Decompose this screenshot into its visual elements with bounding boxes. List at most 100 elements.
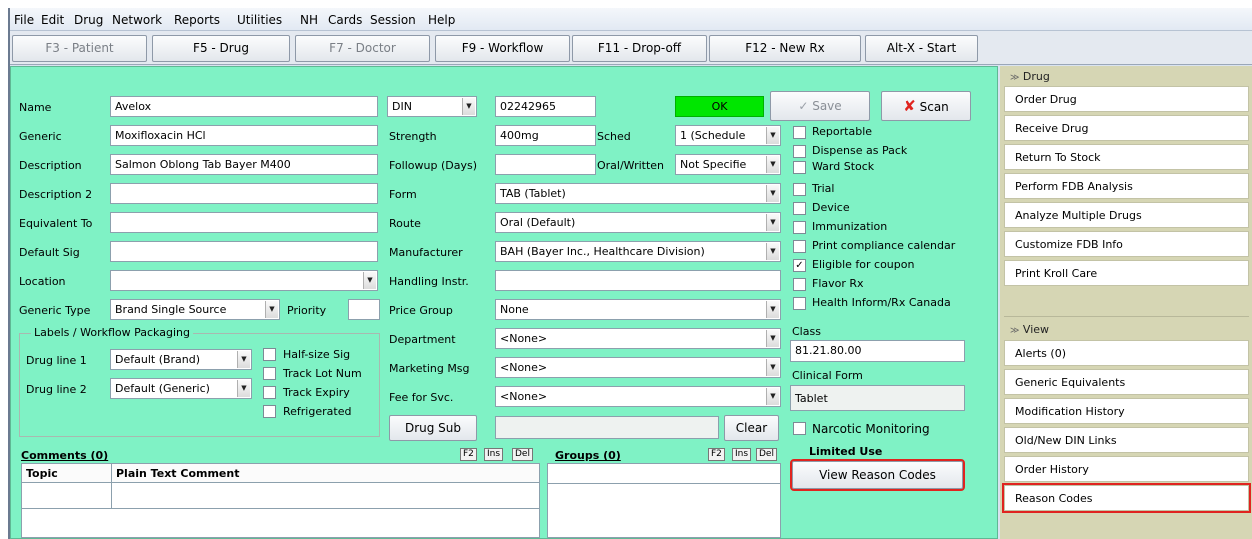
view-reason-codes-button[interactable]: View Reason Codes: [790, 459, 965, 491]
flag-checkbox[interactable]: [793, 221, 806, 234]
chevron-down-icon[interactable]: ▼: [766, 243, 779, 260]
menu-network[interactable]: Network: [112, 13, 162, 27]
chevron-down-icon[interactable]: ▼: [766, 388, 779, 405]
location-select[interactable]: ▼: [110, 270, 378, 291]
doctor-button[interactable]: F7 - Doctor: [295, 35, 430, 62]
flag-checkbox[interactable]: [793, 161, 806, 174]
menu-drug[interactable]: Drug: [74, 13, 103, 27]
handling-field[interactable]: [495, 270, 781, 291]
flag-checkbox[interactable]: [793, 278, 806, 291]
start-button[interactable]: Alt-X - Start: [865, 35, 978, 62]
flag-checkbox-checked[interactable]: ✓: [793, 259, 806, 272]
comments-grid[interactable]: Topic Plain Text Comment: [21, 463, 540, 538]
generic-type-select[interactable]: Brand Single Source ▼: [110, 299, 280, 320]
track-lot-checkbox[interactable]: [263, 367, 276, 380]
description-field[interactable]: Salmon Oblong Tab Bayer M400: [110, 154, 378, 175]
name-field[interactable]: Avelox: [110, 96, 378, 117]
class-field[interactable]: 81.21.80.00: [790, 340, 965, 362]
route-select[interactable]: Oral (Default) ▼: [495, 212, 781, 233]
side-item[interactable]: Reason Codes: [1002, 483, 1251, 513]
followup-field[interactable]: [495, 154, 596, 175]
groups-add-f2-button[interactable]: F2: [708, 448, 725, 461]
dropoff-button[interactable]: F11 - Drop-off: [572, 35, 707, 62]
groups-delete-button[interactable]: Del: [756, 448, 777, 461]
comments-add-f2-button[interactable]: F2: [460, 448, 477, 461]
drug-line2-select[interactable]: Default (Generic) ▼: [110, 378, 252, 399]
menu-reports[interactable]: Reports: [174, 13, 220, 27]
drug-line1-select[interactable]: Default (Brand) ▼: [110, 349, 252, 370]
menu-session[interactable]: Session: [370, 13, 416, 27]
clear-button[interactable]: Clear: [724, 415, 779, 441]
chevron-down-icon[interactable]: ▼: [265, 301, 278, 318]
department-select[interactable]: <None> ▼: [495, 328, 781, 349]
side-item[interactable]: Order History: [1004, 456, 1249, 482]
equivalent-field[interactable]: [110, 212, 378, 233]
default-sig-field[interactable]: [110, 241, 378, 262]
generic-field[interactable]: Moxifloxacin HCl: [110, 125, 378, 146]
side-item[interactable]: Old/New DIN Links: [1004, 427, 1249, 453]
chevron-down-icon[interactable]: ▼: [766, 127, 779, 144]
side-item[interactable]: Modification History: [1004, 398, 1249, 424]
chevron-down-icon[interactable]: ▼: [766, 156, 779, 173]
scan-button[interactable]: ✘ Scan: [881, 91, 971, 121]
form-select[interactable]: TAB (Tablet) ▼: [495, 183, 781, 204]
priority-field[interactable]: [348, 299, 380, 320]
track-expiry-checkbox[interactable]: [263, 386, 276, 399]
flag-checkbox[interactable]: [793, 202, 806, 215]
chevron-down-icon[interactable]: ▼: [766, 359, 779, 376]
chevron-down-icon[interactable]: ▼: [462, 98, 475, 115]
menu-help[interactable]: Help: [428, 13, 455, 27]
flag-checkbox[interactable]: [793, 183, 806, 196]
menu-cards[interactable]: Cards: [328, 13, 362, 27]
side-item[interactable]: Generic Equivalents: [1004, 369, 1249, 395]
groups-insert-button[interactable]: Ins: [732, 448, 752, 461]
menu-edit[interactable]: Edit: [41, 13, 64, 27]
side-item[interactable]: Customize FDB Info: [1004, 231, 1249, 257]
comments-insert-button[interactable]: Ins: [484, 448, 504, 461]
side-item[interactable]: Return To Stock: [1004, 144, 1249, 170]
side-item[interactable]: Receive Drug: [1004, 115, 1249, 141]
workflow-button[interactable]: F9 - Workflow: [435, 35, 570, 62]
drug-sub-field[interactable]: [495, 416, 719, 439]
sched-select[interactable]: 1 (Schedule ▼: [675, 125, 781, 146]
flag-checkbox[interactable]: [793, 126, 806, 139]
chevron-down-icon[interactable]: ▼: [766, 301, 779, 318]
marketing-select[interactable]: <None> ▼: [495, 357, 781, 378]
menu-nh[interactable]: NH: [300, 13, 318, 27]
din-type-select[interactable]: DIN ▼: [387, 96, 477, 117]
chevron-down-icon[interactable]: ▼: [766, 214, 779, 231]
oral-written-select[interactable]: Not Specifie ▼: [675, 154, 781, 175]
menu-file[interactable]: File: [14, 13, 34, 27]
flag-checkbox[interactable]: [793, 240, 806, 253]
save-button[interactable]: ✓ Save: [770, 91, 870, 121]
groups-grid[interactable]: [547, 463, 781, 538]
side-item[interactable]: Analyze Multiple Drugs: [1004, 202, 1249, 228]
menu-utilities[interactable]: Utilities: [237, 13, 282, 27]
new-rx-button[interactable]: F12 - New Rx: [709, 35, 861, 62]
description2-field[interactable]: [110, 183, 378, 204]
manufacturer-select[interactable]: BAH (Bayer Inc., Healthcare Division) ▼: [495, 241, 781, 262]
chevron-down-icon[interactable]: ▼: [766, 185, 779, 202]
side-item[interactable]: Alerts (0): [1004, 340, 1249, 366]
fee-select[interactable]: <None> ▼: [495, 386, 781, 407]
patient-button[interactable]: F3 - Patient: [12, 35, 147, 62]
side-item[interactable]: Order Drug: [1004, 86, 1249, 112]
chevron-down-icon[interactable]: ▼: [237, 380, 250, 397]
din-field[interactable]: 02242965: [495, 96, 596, 117]
price-group-select[interactable]: None ▼: [495, 299, 781, 320]
side-view-header[interactable]: ≫ View: [1010, 323, 1049, 336]
side-item[interactable]: Print Kroll Care: [1004, 260, 1249, 286]
drug-button[interactable]: F5 - Drug: [152, 35, 290, 62]
chevron-down-icon[interactable]: ▼: [766, 330, 779, 347]
chevron-down-icon[interactable]: ▼: [237, 351, 250, 368]
comments-delete-button[interactable]: Del: [512, 448, 533, 461]
flag-checkbox[interactable]: [793, 145, 806, 158]
chevron-down-icon[interactable]: ▼: [363, 272, 376, 289]
narcotic-monitoring-checkbox[interactable]: [793, 422, 806, 435]
side-item[interactable]: Perform FDB Analysis: [1004, 173, 1249, 199]
side-drug-header[interactable]: ≫ Drug: [1010, 70, 1050, 83]
flag-checkbox[interactable]: [793, 297, 806, 310]
half-size-sig-checkbox[interactable]: [263, 348, 276, 361]
drug-sub-button[interactable]: Drug Sub: [389, 415, 477, 441]
refrigerated-checkbox[interactable]: [263, 405, 276, 418]
